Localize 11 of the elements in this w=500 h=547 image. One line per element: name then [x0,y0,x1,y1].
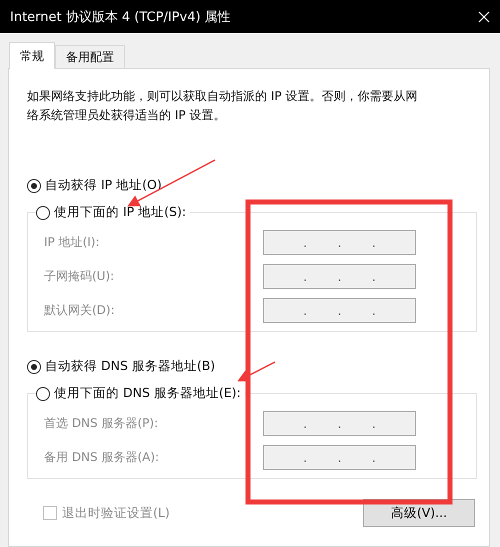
field-label: 首选 DNS 服务器(P): [44,415,160,432]
tab[interactable]: 常规 [9,42,55,69]
field-label: IP 地址(I): [44,234,101,251]
close-icon[interactable] [478,10,490,22]
field-label: 备用 DNS 服务器(A): [44,449,160,466]
annotation-arrow [237,361,276,382]
description-text: 如果网络支持此功能，则可以获取自动指派的 IP 设置。否则，你需要从网络系统管理员处获得适当的 IP 设置。 [27,88,418,124]
tab[interactable]: 备用配置 [55,45,125,68]
field-label: 子网掩码(U): [44,268,116,285]
window-title: Internet 协议版本 4 (TCP/IPv4) 属性 [10,8,231,26]
field-label: 默认网关(D): [44,302,116,319]
